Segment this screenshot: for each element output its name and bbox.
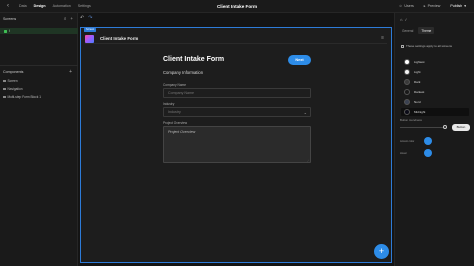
left-panel: Screens ⌕ + / Components + Screen Naviga…: [0, 13, 78, 266]
search-icon[interactable]: ⌕: [64, 16, 67, 21]
publish-button[interactable]: Publish ▾: [450, 4, 466, 8]
industry-label: Industry: [163, 102, 175, 106]
components-header: Components: [3, 70, 24, 74]
play-icon: ▸: [423, 3, 426, 8]
component-item-screen[interactable]: Screen: [3, 79, 41, 83]
app-header: Client Intake Form ≡: [85, 33, 387, 44]
info-icon: [401, 44, 404, 48]
hover-color-row: Hover: [400, 149, 432, 157]
form-icon: [3, 95, 6, 99]
preview-button[interactable]: ▸ Preview: [424, 4, 441, 8]
canvas-toolbar: ↶ ↷: [80, 15, 92, 21]
navigation-icon: [3, 87, 6, 91]
accent-color-label: Accent color: [400, 139, 415, 143]
hamburger-menu-icon[interactable]: ≡: [381, 35, 384, 41]
project-overview-textarea[interactable]: Project Overview: [163, 126, 311, 163]
company-name-input[interactable]: Company Name: [163, 88, 311, 98]
panel-breadcrumb: ⌂ /: [400, 17, 407, 22]
theme-swatch: [404, 69, 410, 75]
component-tree: Screen Navigation Multi-step Form Block …: [3, 79, 41, 99]
roundness-slider-handle[interactable]: [443, 125, 447, 129]
theme-swatch: [404, 89, 410, 95]
add-icon[interactable]: +: [70, 16, 73, 21]
hover-color-label: Hover: [400, 151, 407, 155]
panel-divider: [0, 65, 78, 66]
add-fab-button[interactable]: +: [374, 244, 389, 259]
section-title: Company Information: [163, 70, 204, 75]
component-item-form[interactable]: Multi-step Form Block 1: [3, 95, 41, 99]
theme-list: Lightest Light Dark Darkest Nord Midnigh…: [401, 58, 469, 116]
app-header-title: Client Intake Form: [100, 36, 139, 41]
industry-value: Industry: [168, 110, 181, 114]
company-name-label: Company Name: [163, 83, 187, 87]
screen-check-icon: [4, 29, 7, 33]
chevron-down-icon: ▾: [464, 3, 466, 8]
hover-color-swatch[interactable]: [424, 149, 432, 157]
screens-actions: ⌕ +: [64, 16, 73, 21]
tab-theme[interactable]: Theme: [418, 27, 435, 34]
property-tabs: General Theme: [399, 27, 435, 34]
resize-handle-icon[interactable]: ⟋: [307, 159, 309, 163]
theme-option-dark[interactable]: Dark: [401, 78, 469, 86]
frame-tag: Screen: [84, 28, 97, 32]
theme-option-darkest[interactable]: Darkest: [401, 88, 469, 96]
theme-swatch: [404, 79, 410, 85]
next-button[interactable]: Next: [288, 55, 311, 65]
tab-general[interactable]: General: [399, 27, 416, 34]
home-icon[interactable]: ⌂: [400, 17, 402, 22]
theme-swatch: [404, 99, 410, 105]
undo-icon[interactable]: ↶: [80, 15, 84, 21]
screen-item-label: /: [9, 29, 10, 33]
settings-note: These settings apply to all screens: [401, 44, 452, 48]
roundness-slider-track[interactable]: [400, 127, 445, 128]
screens-header: Screens: [3, 17, 17, 21]
users-icon: ☺: [398, 3, 403, 8]
component-item-navigation[interactable]: Navigation: [3, 87, 41, 91]
logo: [85, 35, 94, 43]
screen-icon: [3, 79, 6, 83]
accent-color-row: Accent color: [400, 137, 432, 145]
button-preview[interactable]: Button: [452, 124, 470, 131]
chevron-down-icon: ⌄: [303, 109, 307, 115]
accent-color-swatch[interactable]: [424, 137, 432, 145]
industry-select[interactable]: Industry ⌄: [163, 107, 311, 117]
top-bar: ‹ Data Design Automation Settings Client…: [0, 0, 474, 13]
theme-option-lightest[interactable]: Lightest: [401, 58, 469, 66]
theme-option-midnight[interactable]: Midnight: [401, 108, 469, 116]
add-component-icon[interactable]: +: [69, 69, 72, 75]
form-title: Client Intake Form: [163, 56, 225, 63]
screen-item-root[interactable]: /: [0, 28, 78, 34]
theme-swatch: [404, 59, 410, 65]
theme-swatch: [404, 109, 410, 115]
button-roundness-label: Button roundness: [400, 118, 422, 122]
theme-option-light[interactable]: Light: [401, 68, 469, 76]
theme-option-nord[interactable]: Nord: [401, 98, 469, 106]
project-overview-label: Project Overview: [163, 121, 188, 125]
slash-separator: /: [405, 17, 407, 22]
users-button[interactable]: ☺ Users: [399, 4, 414, 8]
top-actions: ☺ Users ▸ Preview Publish ▾: [399, 4, 466, 8]
redo-icon[interactable]: ↷: [88, 15, 92, 21]
